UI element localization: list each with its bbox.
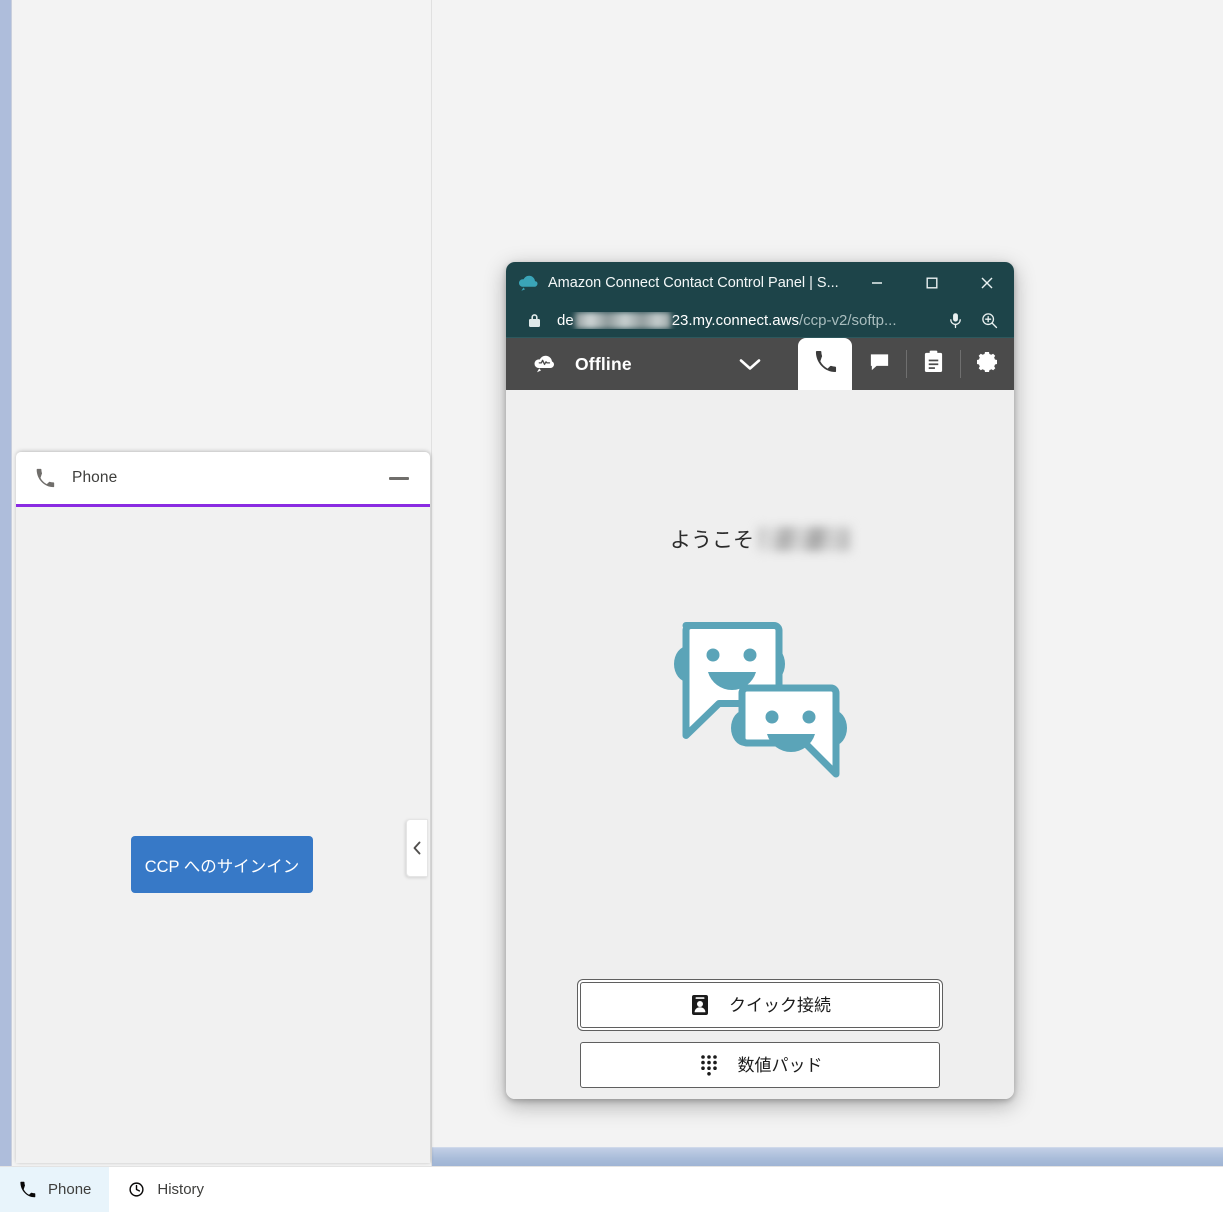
utility-bar: Phone History (0, 1166, 1223, 1212)
amazon-connect-logo-icon (530, 350, 558, 378)
clock-icon (127, 1180, 146, 1199)
console-bottom-band (432, 1147, 1223, 1166)
ccp-titlebar[interactable]: Amazon Connect Contact Control Panel | S… (506, 262, 1014, 304)
agent-name-redacted (758, 527, 850, 551)
microphone-icon[interactable] (940, 306, 970, 336)
url-redacted-segment (574, 312, 671, 329)
two-smiling-speech-bubbles-icon (673, 616, 848, 786)
panel-collapse-handle[interactable] (406, 819, 428, 877)
quick-connect-label: クイック接続 (729, 995, 831, 1015)
contact-card-icon (689, 994, 711, 1016)
utility-item-history[interactable]: History (109, 1167, 222, 1212)
ccp-popup-window: Amazon Connect Contact Control Panel | S… (506, 262, 1014, 1099)
quick-connect-button[interactable]: クイック接続 (580, 982, 940, 1028)
close-icon[interactable] (959, 262, 1014, 304)
tab-tasks[interactable] (906, 338, 960, 390)
minimize-icon[interactable] (849, 262, 904, 304)
lock-icon (528, 313, 541, 328)
agent-status-selector[interactable]: Offline (506, 338, 798, 390)
ccp-signin-button[interactable]: CCP へのサインイン (131, 836, 313, 893)
welcome-text: ようこそ (670, 529, 754, 552)
tab-chat[interactable] (852, 338, 906, 390)
window-controls (849, 262, 1014, 304)
ccp-channel-tabs (798, 338, 1014, 390)
phone-utility-panel: Phone CCP へのサインイン (16, 452, 430, 1163)
tab-phone[interactable] (798, 338, 852, 390)
zoom-in-icon[interactable] (974, 306, 1004, 336)
maximize-icon[interactable] (904, 262, 959, 304)
url-host-prefix: de (557, 312, 574, 329)
console-column-divider (431, 0, 432, 1166)
agent-status-label: Offline (575, 353, 632, 374)
chevron-left-icon (412, 840, 423, 856)
phone-icon (34, 467, 56, 489)
phone-icon (18, 1180, 37, 1199)
url-host-suffix: 23.my.connect.aws (671, 312, 799, 329)
utility-item-label: History (157, 1181, 205, 1198)
amazon-connect-cloud-icon (516, 271, 540, 295)
minimize-icon[interactable] (384, 465, 414, 491)
phone-icon (814, 350, 837, 378)
chat-bubble-icon (868, 350, 891, 378)
ccp-url-bar[interactable]: de 23.my.connect.aws/ccp-v2/softp... (506, 304, 1014, 338)
utility-item-label: Phone (48, 1181, 92, 1198)
url-text: de 23.my.connect.aws/ccp-v2/softp... (557, 312, 936, 329)
dialpad-button[interactable]: 数値パッド (580, 1042, 940, 1088)
chevron-down-icon (738, 357, 762, 372)
welcome-message: ようこそ (670, 524, 850, 554)
dialpad-icon (698, 1054, 720, 1076)
console-left-rail (0, 0, 12, 1166)
ccp-window-title: Amazon Connect Contact Control Panel | S… (548, 275, 839, 291)
url-path: /ccp-v2/softp... (798, 312, 897, 329)
phone-panel-title: Phone (72, 469, 118, 486)
phone-panel-header[interactable]: Phone (16, 452, 430, 507)
ccp-app-header: Offline (506, 338, 1014, 390)
utility-item-phone[interactable]: Phone (0, 1167, 110, 1212)
dialpad-label: 数値パッド (737, 1055, 823, 1075)
screen: Phone CCP へのサインイン Phone History Amazon C… (0, 0, 1223, 1212)
tab-settings[interactable] (960, 338, 1014, 390)
phone-panel-body: CCP へのサインイン (16, 507, 430, 1163)
gear-icon (975, 350, 999, 379)
ccp-action-buttons: クイック接続 数値パッド (580, 982, 940, 1088)
ccp-content: ようこそ クイック接続 数値パッド (506, 390, 1014, 1099)
clipboard-icon (923, 350, 944, 378)
